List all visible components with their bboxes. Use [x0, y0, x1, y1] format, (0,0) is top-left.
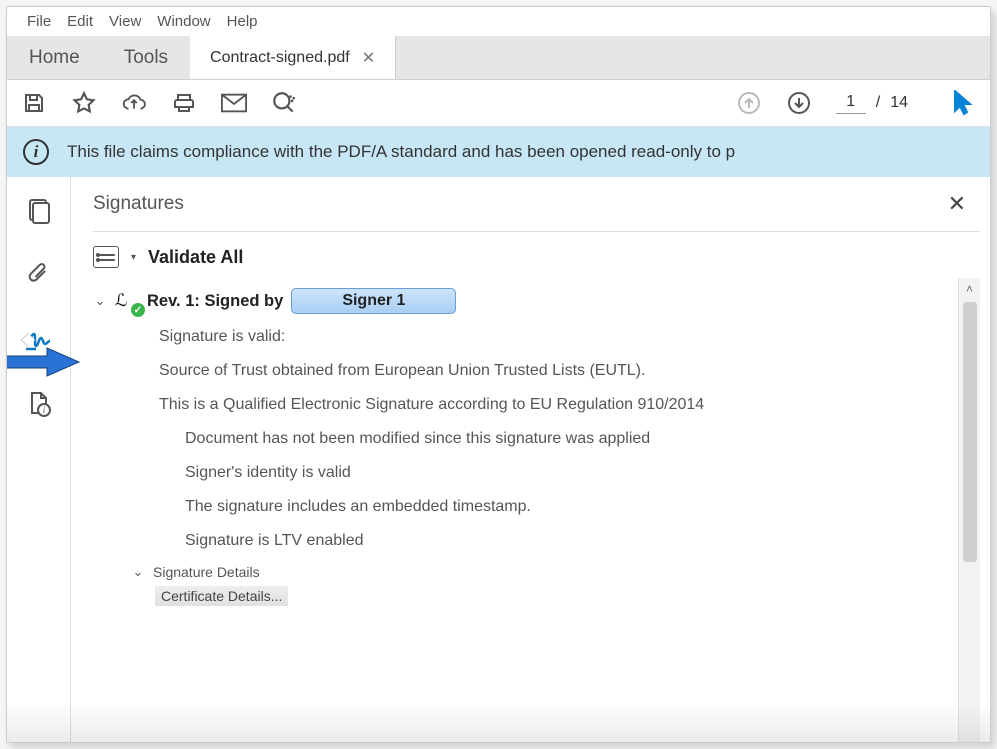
line-identity: Signer's identity is valid [159, 464, 956, 482]
page-indicator: 1 / 14 [836, 93, 908, 114]
line-not-modified: Document has not been modified since thi… [159, 430, 956, 448]
line-valid: Signature is valid: [159, 328, 956, 346]
star-icon[interactable] [71, 90, 97, 116]
line-qes: This is a Qualified Electronic Signature… [159, 396, 956, 414]
validate-all-button[interactable]: Validate All [148, 247, 243, 268]
signatures-panel: Signatures ✕ ▾ Validate All ⌄ ℒ [71, 177, 990, 742]
menu-edit[interactable]: Edit [67, 13, 93, 30]
panel-title: Signatures [93, 193, 184, 215]
chevron-down-icon[interactable]: ⌄ [131, 564, 145, 580]
line-source: Source of Trust obtained from European U… [159, 362, 956, 380]
signature-icon: ℒ ✓ [115, 291, 139, 311]
file-info-icon[interactable]: i [24, 389, 54, 419]
signer-badge[interactable]: Signer 1 [291, 288, 456, 314]
menu-help[interactable]: Help [227, 13, 258, 30]
signature-tree: ⌄ ℒ ✓ Rev. 1: Signed by Signer 1 Signatu… [93, 278, 980, 742]
page-down-icon[interactable] [786, 90, 812, 116]
menu-bar: File Edit View Window Help [7, 7, 990, 36]
tab-bar: Home Tools Contract-signed.pdf ✕ [7, 36, 990, 80]
signature-details-label: Signature Details [153, 564, 260, 580]
selection-cursor-icon[interactable] [950, 90, 976, 116]
tab-home[interactable]: Home [7, 36, 102, 79]
chevron-down-icon[interactable]: ⌄ [93, 293, 107, 309]
pdfa-info-banner: i This file claims compliance with the P… [7, 127, 990, 177]
line-timestamp: The signature includes an embedded times… [159, 498, 956, 516]
menu-file[interactable]: File [27, 13, 51, 30]
checkmark-badge-icon: ✓ [131, 303, 145, 317]
tab-document-label: Contract-signed.pdf [210, 49, 350, 67]
signature-detail-lines: Signature is valid: Source of Trust obta… [93, 328, 956, 550]
save-icon[interactable] [21, 90, 47, 116]
close-tab-icon[interactable]: ✕ [362, 48, 375, 68]
attachments-icon[interactable] [24, 261, 54, 291]
signature-details-row[interactable]: ⌄ Signature Details [93, 564, 956, 580]
tab-document[interactable]: Contract-signed.pdf ✕ [190, 36, 396, 79]
page-separator: / [876, 94, 880, 112]
pdfa-banner-text: This file claims compliance with the PDF… [67, 142, 735, 162]
tab-tools[interactable]: Tools [102, 36, 190, 79]
signature-rev-row[interactable]: ⌄ ℒ ✓ Rev. 1: Signed by Signer 1 [93, 288, 956, 314]
toolbar: 1 / 14 [7, 80, 990, 127]
print-icon[interactable] [171, 90, 197, 116]
page-up-icon[interactable] [736, 90, 762, 116]
panel-scrollbar[interactable]: ˄ [958, 278, 980, 742]
app-window: File Edit View Window Help Home Tools Co… [6, 6, 991, 743]
zoom-icon[interactable] [271, 90, 297, 116]
scroll-up-icon[interactable]: ˄ [959, 278, 980, 300]
cloud-upload-icon[interactable] [121, 90, 147, 116]
annotation-arrow-icon [7, 347, 81, 377]
mail-icon[interactable] [221, 90, 247, 116]
line-ltv: Signature is LTV enabled [159, 532, 956, 550]
menu-view[interactable]: View [109, 13, 141, 30]
panel-options-icon[interactable] [93, 246, 119, 268]
page-total: 14 [890, 94, 908, 112]
panel-options-caret-icon[interactable]: ▾ [131, 252, 136, 263]
left-nav-rail: i [7, 177, 71, 742]
info-icon: i [23, 139, 49, 165]
body-area: i Signatures ✕ ▾ Validate All [7, 177, 990, 742]
scroll-thumb[interactable] [963, 302, 977, 562]
page-current-input[interactable]: 1 [836, 93, 866, 114]
panel-close-icon[interactable]: ✕ [948, 191, 972, 217]
rev-label: Rev. 1: Signed by [147, 292, 283, 311]
thumbnails-icon[interactable] [24, 197, 54, 227]
menu-window[interactable]: Window [157, 13, 210, 30]
certificate-details-link[interactable]: Certificate Details... [155, 586, 288, 606]
